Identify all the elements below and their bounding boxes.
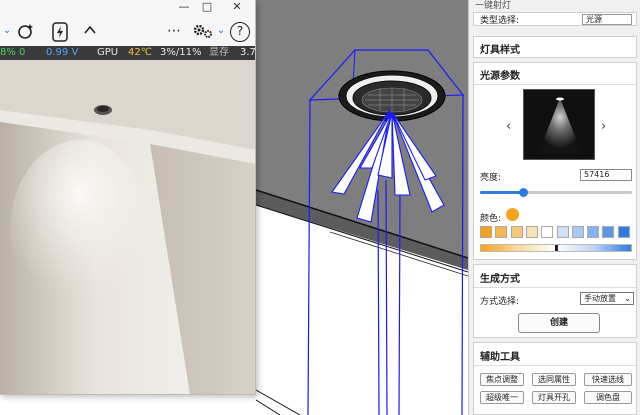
type-selector-row: 类型选择: 光源 <box>473 12 637 26</box>
color-swatch[interactable] <box>510 226 523 238</box>
tool-fixture-hole-button[interactable]: 灯具开孔 <box>532 391 576 404</box>
light-params-section: 光源参数 ‹ › 亮度: 57416 颜色: <box>473 62 637 260</box>
color-swatch[interactable] <box>617 226 630 238</box>
spotlight-panel: 一键射灯 类型选择: 光源 灯具样式 光源参数 ‹ › 亮度: 57416 颜色… <box>468 0 640 415</box>
type-selector-label: 类型选择: <box>480 16 520 26</box>
current-color-indicator[interactable] <box>506 208 519 221</box>
brightness-value: 57416 <box>584 170 610 179</box>
light-params-title: 光源参数 <box>480 71 520 82</box>
window-toolbar: ⌄ ⋯ ⌄ ? <box>0 16 255 46</box>
lightning-icon[interactable] <box>50 22 70 42</box>
color-swatch[interactable] <box>571 226 584 238</box>
brightness-input[interactable]: 57416 <box>580 169 632 181</box>
mode-select[interactable]: 手动放置 ⌄ <box>580 292 634 305</box>
type-select-value: 光源 <box>586 15 602 24</box>
settings-chevron-icon[interactable]: ⌄ <box>216 22 226 42</box>
color-swatch[interactable] <box>495 226 508 238</box>
color-temperature-handle[interactable] <box>555 245 558 251</box>
fixture-style-title: 灯具样式 <box>480 45 520 56</box>
performance-stats-bar: 8% 0 0.99 V GPU 42℃ 3%/11% 显存 3.7 <box>0 46 256 60</box>
close-button[interactable]: ✕ <box>223 0 251 16</box>
ies-preview-thumbnail[interactable] <box>523 89 595 160</box>
help-icon[interactable]: ? <box>230 22 250 42</box>
brightness-slider-fill <box>480 191 523 194</box>
maximize-button[interactable]: □ <box>193 0 221 16</box>
brightness-slider-handle[interactable] <box>518 188 528 197</box>
color-swatch[interactable] <box>602 226 615 238</box>
aux-tools-section: 辅助工具 焦点调整 选同属性 快速选线 超级唯一 灯具开孔 调色盘 <box>473 342 637 415</box>
brightness-slider[interactable] <box>480 188 632 197</box>
mode-select-chevron-icon: ⌄ <box>624 294 631 303</box>
color-label: 颜色: <box>480 214 502 224</box>
aux-tools-title: 辅助工具 <box>480 352 520 363</box>
color-swatch-row <box>480 226 634 239</box>
caret-up-icon[interactable] <box>84 22 96 42</box>
mode-select-value: 手动放置 <box>584 294 616 303</box>
cpu-usage: 8% 0 <box>0 47 26 58</box>
vram-label: 显存 <box>209 47 229 58</box>
color-swatch[interactable] <box>556 226 569 238</box>
ai-spark-icon[interactable] <box>16 22 36 42</box>
mode-label: 方式选择: <box>480 297 520 307</box>
render-preview-image <box>0 60 255 394</box>
vram-value: 3.7 <box>240 47 256 58</box>
type-select[interactable]: 光源 <box>582 14 632 25</box>
tool-quick-select-line-button[interactable]: 快速选线 <box>584 373 632 386</box>
tool-focus-adjust-button[interactable]: 焦点调整 <box>480 373 524 386</box>
power-value: 0.99 V <box>46 47 79 58</box>
gpu-label: GPU <box>97 47 119 58</box>
prev-ies-arrow[interactable]: ‹ <box>506 119 511 134</box>
panel-title: 一键射灯 <box>475 1 512 11</box>
color-swatch[interactable] <box>480 226 492 238</box>
create-button[interactable]: 创建 <box>518 313 600 333</box>
color-swatch[interactable] <box>525 226 538 238</box>
tool-palette-button[interactable]: 调色盘 <box>584 391 632 404</box>
tool-make-unique-button[interactable]: 超级唯一 <box>480 391 524 404</box>
preview-window[interactable]: — □ ✕ ⌄ ⋯ ⌄ ? 8% 0 0.99 V GPU 42℃ 3%/11%… <box>0 0 256 395</box>
color-swatch[interactable] <box>587 226 600 238</box>
gpu-temperature: 42℃ <box>128 47 152 58</box>
color-temperature-slider[interactable] <box>480 244 632 252</box>
window-titlebar[interactable]: — □ ✕ <box>0 0 255 16</box>
gpu-usage: 3%/11% <box>160 47 202 58</box>
screen: — □ ✕ ⌄ ⋯ ⌄ ? 8% 0 0.99 V GPU 42℃ 3%/11%… <box>0 0 640 415</box>
next-ies-arrow[interactable]: › <box>601 119 606 134</box>
tool-select-same-button[interactable]: 选同属性 <box>532 373 576 386</box>
more-icon[interactable]: ⋯ <box>166 22 182 42</box>
generation-section: 生成方式 方式选择: 手动放置 ⌄ 创建 <box>473 264 637 338</box>
generation-title: 生成方式 <box>480 274 520 285</box>
fixture-style-section[interactable]: 灯具样式 <box>473 36 637 58</box>
settings-gear-icon[interactable] <box>192 22 214 42</box>
color-swatch[interactable] <box>541 226 554 238</box>
brightness-label: 亮度: <box>480 173 502 183</box>
chevron-down-icon[interactable]: ⌄ <box>2 22 12 42</box>
